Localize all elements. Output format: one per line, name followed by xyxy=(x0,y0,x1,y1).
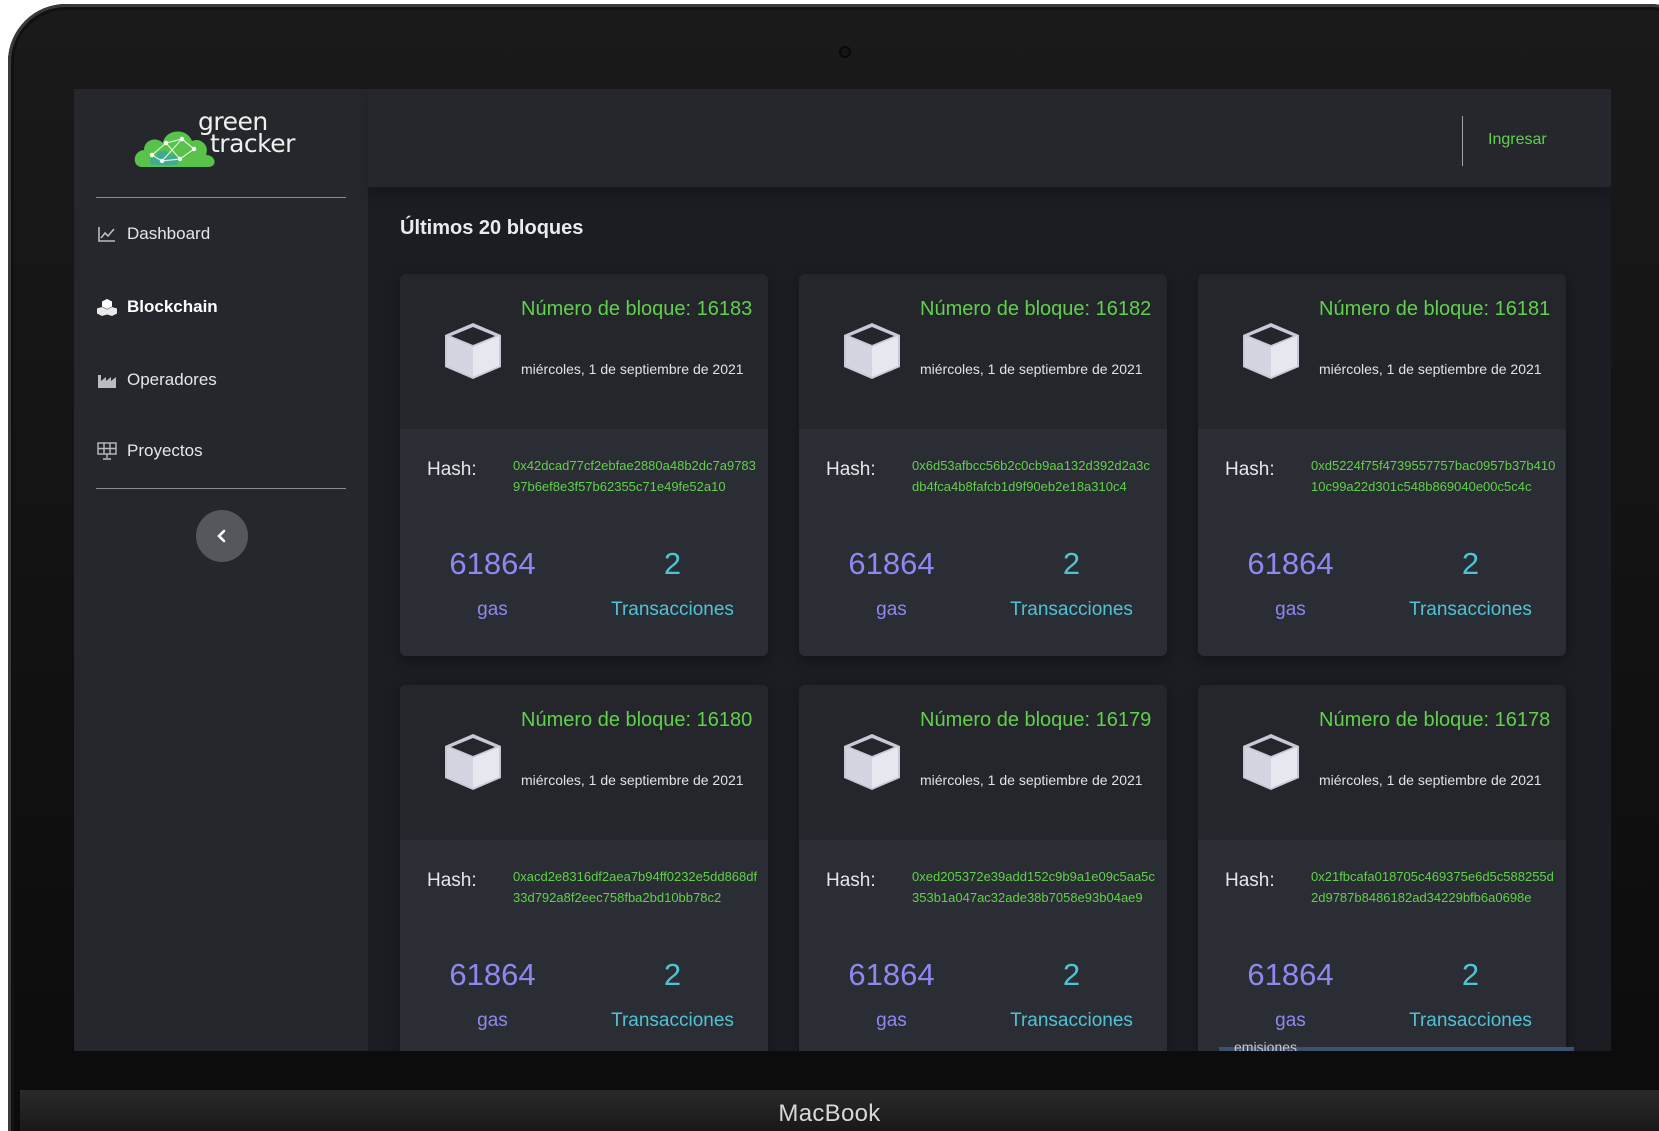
hash-label: Hash: xyxy=(427,870,477,891)
block-card-header: Número de bloque: 16181 miércoles, 1 de … xyxy=(1198,274,1566,429)
transactions-label: Transacciones xyxy=(1010,599,1133,620)
gas-value: 61864 xyxy=(1247,546,1334,581)
sidebar-item-operadores[interactable]: Operadores xyxy=(96,360,346,400)
solar-panel-icon xyxy=(96,440,118,462)
chart-line-icon xyxy=(96,223,118,245)
cube-icon xyxy=(844,323,900,379)
hash-label: Hash: xyxy=(826,459,876,480)
block-card-header: Número de bloque: 16178 miércoles, 1 de … xyxy=(1198,685,1566,840)
block-number: Número de bloque: 16178 xyxy=(1319,709,1551,731)
page-title: Últimos 20 bloques xyxy=(400,217,584,239)
block-card[interactable]: Número de bloque: 16183 miércoles, 1 de … xyxy=(400,274,768,656)
topbar-divider xyxy=(1462,116,1463,166)
block-number: Número de bloque: 16183 xyxy=(521,298,753,320)
hash-label: Hash: xyxy=(1225,459,1275,480)
transactions-value: 2 xyxy=(1062,546,1081,581)
login-link[interactable]: Ingresar xyxy=(1488,131,1547,149)
transactions-label: Transacciones xyxy=(1409,1010,1532,1031)
block-card[interactable]: Número de bloque: 16182 miércoles, 1 de … xyxy=(799,274,1167,656)
cube-icon xyxy=(844,734,900,790)
gas-value: 61864 xyxy=(449,546,536,581)
block-card-header: Número de bloque: 16183 miércoles, 1 de … xyxy=(400,274,768,429)
transactions-value: 2 xyxy=(663,957,682,992)
block-card-header: Número de bloque: 16179 miércoles, 1 de … xyxy=(799,685,1167,840)
cube-icon xyxy=(445,734,501,790)
sidebar-item-label: Operadores xyxy=(127,370,217,389)
brand-line2: tracker xyxy=(210,129,295,158)
gas-label: gas xyxy=(477,599,508,620)
gas-label: gas xyxy=(477,1010,508,1031)
block-date: miércoles, 1 de septiembre de 2021 xyxy=(920,772,1143,788)
sidebar-collapse-button[interactable] xyxy=(196,510,248,562)
block-card-header: Número de bloque: 16182 miércoles, 1 de … xyxy=(799,274,1167,429)
hash-value: 0xed205372e39add152c9b9a1e09c5aa5c353b1a… xyxy=(912,869,1155,905)
gas-value: 61864 xyxy=(848,957,935,992)
sidebar-item-dashboard[interactable]: Dashboard xyxy=(96,214,346,254)
transactions-label: Transacciones xyxy=(1010,1010,1133,1031)
sidebar-item-label: Dashboard xyxy=(127,224,211,243)
gas-value: 61864 xyxy=(848,546,935,581)
cube-icon xyxy=(1243,323,1299,379)
camera xyxy=(841,48,849,56)
block-card[interactable]: Número de bloque: 16180 miércoles, 1 de … xyxy=(400,685,768,1051)
sidebar-item-label: Proyectos xyxy=(127,441,203,460)
gas-label: gas xyxy=(1275,1010,1306,1031)
sidebar-item-blockchain[interactable]: Blockchain xyxy=(96,287,346,327)
sidebar-item-label: Blockchain xyxy=(127,297,218,316)
block-number: Número de bloque: 16179 xyxy=(920,709,1152,731)
hash-value: 0x42dcad77cf2ebfae2880a48b2dc7a978397b6e… xyxy=(513,458,756,494)
block-card[interactable]: Número de bloque: 16178 miércoles, 1 de … xyxy=(1198,685,1566,1051)
hash-value: 0xacd2e8316df2aea7b94ff0232e5dd868df33d7… xyxy=(513,869,758,905)
hash-value: 0x6d53afbcc56b2c0cb9aa132d392d2a3cdb4fca… xyxy=(912,458,1150,494)
transactions-label: Transacciones xyxy=(611,1010,734,1031)
transactions-value: 2 xyxy=(1062,957,1081,992)
transactions-label: Transacciones xyxy=(611,599,734,620)
block-number: Número de bloque: 16182 xyxy=(920,298,1152,320)
top-bar: Ingresar xyxy=(368,89,1611,187)
block-number: Número de bloque: 16181 xyxy=(1319,298,1551,320)
sidebar-divider xyxy=(96,197,346,198)
cube-icon xyxy=(1243,734,1299,790)
app-screen: green tracker Dashboard Blockchain Opera… xyxy=(74,89,1611,1051)
hash-value: 0x21fbcafa018705c469375e6d5c588255d2d978… xyxy=(1311,869,1554,905)
chevron-left-icon xyxy=(217,529,226,543)
gas-label: gas xyxy=(876,599,907,620)
gas-value: 61864 xyxy=(1247,957,1334,992)
sidebar: green tracker Dashboard Blockchain Opera… xyxy=(74,89,368,1051)
block-date: miércoles, 1 de septiembre de 2021 xyxy=(920,361,1143,377)
block-card[interactable]: Número de bloque: 16179 miércoles, 1 de … xyxy=(799,685,1167,1051)
gas-value: 61864 xyxy=(449,957,536,992)
block-date: miércoles, 1 de septiembre de 2021 xyxy=(521,772,744,788)
hash-label: Hash: xyxy=(826,870,876,891)
peek-text: emisiones xyxy=(1234,1039,1298,1051)
brand-wordmark: green tracker xyxy=(198,109,295,158)
block-number: Número de bloque: 16180 xyxy=(521,709,753,731)
transactions-value: 2 xyxy=(1461,546,1480,581)
hash-label: Hash: xyxy=(427,459,477,480)
hash-label: Hash: xyxy=(1225,870,1275,891)
cubes-icon xyxy=(96,296,118,318)
gas-label: gas xyxy=(876,1010,907,1031)
transactions-value: 2 xyxy=(663,546,682,581)
block-date: miércoles, 1 de septiembre de 2021 xyxy=(521,361,744,377)
device-label: MacBook xyxy=(778,1100,881,1127)
transactions-value: 2 xyxy=(1461,957,1480,992)
block-date: miércoles, 1 de septiembre de 2021 xyxy=(1319,772,1542,788)
block-card[interactable]: Número de bloque: 16181 miércoles, 1 de … xyxy=(1198,274,1566,656)
block-date: miércoles, 1 de septiembre de 2021 xyxy=(1319,361,1542,377)
sidebar-divider xyxy=(96,488,346,489)
cube-icon xyxy=(445,323,501,379)
sidebar-item-proyectos[interactable]: Proyectos xyxy=(96,431,346,471)
hash-value: 0xd5224f75f4739557757bac0957b37b41010c99… xyxy=(1311,458,1556,494)
block-card-header: Número de bloque: 16180 miércoles, 1 de … xyxy=(400,685,768,840)
transactions-label: Transacciones xyxy=(1409,599,1532,620)
gas-label: gas xyxy=(1275,599,1306,620)
industry-icon xyxy=(96,369,118,391)
